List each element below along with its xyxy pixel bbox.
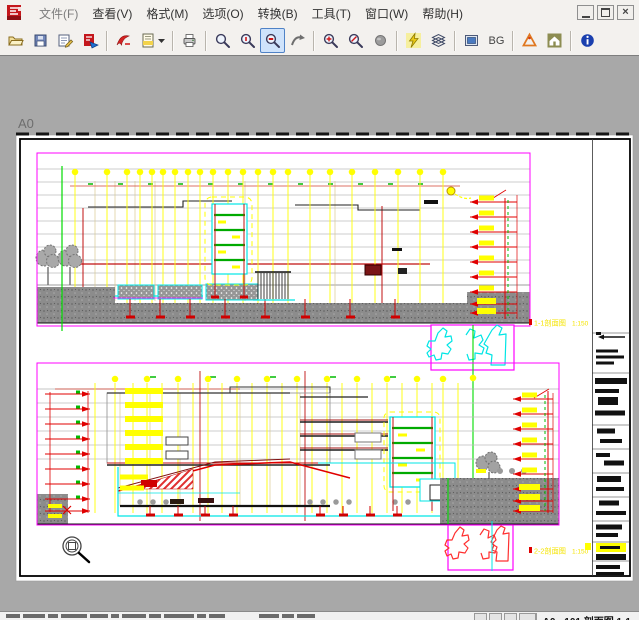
toolbar-separator (454, 31, 456, 51)
home-view-button[interactable] (542, 28, 567, 53)
toolbar-separator (570, 31, 572, 51)
save-as-button[interactable] (53, 28, 78, 53)
save-as-icon (57, 32, 74, 49)
save-icon (32, 32, 49, 49)
view-3d-icon (521, 32, 538, 49)
pdf-export-button[interactable] (111, 28, 136, 53)
zoom-1-1-button[interactable] (235, 28, 260, 53)
info-icon (579, 32, 596, 49)
open-button[interactable] (3, 28, 28, 53)
svg-text:1-1剖面图: 1-1剖面图 (534, 319, 566, 328)
zoom-1-1-icon (239, 32, 256, 49)
close-button[interactable]: × (617, 5, 634, 20)
menu-help[interactable]: 帮助(H) (415, 2, 470, 25)
save-button[interactable] (28, 28, 53, 53)
sheet-tab-buttons (474, 613, 537, 620)
bg-toggle-label: BG (489, 35, 505, 47)
tab-scroll-prev[interactable] (489, 613, 502, 620)
render-sphere-icon (372, 32, 389, 49)
menu-view[interactable]: 查看(V) (85, 2, 139, 25)
batch-convert-button[interactable] (136, 28, 169, 53)
menu-convert[interactable]: 转换(B) (251, 2, 305, 25)
minimize-button[interactable] (577, 5, 594, 20)
minimize-icon (582, 16, 590, 18)
bg-toggle-button[interactable]: BG (484, 28, 509, 53)
layout-label: A0 (18, 116, 34, 131)
tab-scroll-last[interactable] (519, 613, 537, 620)
background-image-icon (463, 32, 480, 49)
open-icon (7, 32, 24, 49)
restore-icon (601, 8, 610, 17)
render-button[interactable] (368, 28, 393, 53)
toolbar-separator (172, 31, 174, 51)
menu-window[interactable]: 窗口(W) (358, 2, 415, 25)
app-window: 文件(F) 查看(V) 格式(M) 选项(O) 转换(B) 工具(T) 窗口(W… (0, 0, 639, 620)
status-bar: A0 - 101 剖面图 1-1 (0, 611, 639, 620)
key-plan-lower (445, 521, 513, 571)
menu-format[interactable]: 格式(M) (139, 2, 195, 25)
menu-tools[interactable]: 工具(T) (305, 2, 358, 25)
status-text-fragment (6, 614, 315, 618)
tab-scroll-next[interactable] (504, 613, 517, 620)
restore-button[interactable] (597, 5, 614, 20)
zoom-in-icon (214, 32, 231, 49)
zoom-in-button[interactable] (210, 28, 235, 53)
drawing-canvas[interactable]: A0 (0, 55, 639, 611)
menu-file[interactable]: 文件(F) (32, 2, 85, 25)
menu-bar: 文件(F) 查看(V) 格式(M) 选项(O) 转换(B) 工具(T) 窗口(W… (0, 0, 639, 26)
window-controls: × (577, 5, 634, 20)
toolbar-separator (106, 31, 108, 51)
close-icon: × (622, 7, 628, 18)
print-button[interactable] (177, 28, 202, 53)
upper-section-label: 1-1剖面图 1:150 (529, 319, 589, 328)
batch-convert-icon (140, 32, 166, 49)
print-icon (181, 32, 198, 49)
zoom-window-button[interactable] (260, 28, 285, 53)
app-logo-icon (6, 4, 26, 22)
toolbar-separator (396, 31, 398, 51)
zoom-previous-icon (347, 32, 364, 49)
convert-icon (82, 32, 99, 49)
pan-button[interactable] (285, 28, 310, 53)
zoom-previous-button[interactable] (343, 28, 368, 53)
toolbar-separator (512, 31, 514, 51)
zoom-extents-button[interactable] (318, 28, 343, 53)
toolbar: BG (0, 26, 639, 56)
convert-button[interactable] (78, 28, 103, 53)
layers-icon (430, 32, 447, 49)
svg-text:2-2剖面图: 2-2剖面图 (534, 547, 566, 556)
zoom-extents-icon (322, 32, 339, 49)
markup-lightning-icon (405, 32, 422, 49)
tab-scroll-first[interactable] (474, 613, 487, 620)
home-icon (546, 32, 563, 49)
pan-icon (289, 32, 306, 49)
zoom-window-icon (264, 32, 281, 49)
background-image-button[interactable] (459, 28, 484, 53)
markup-button[interactable] (401, 28, 426, 53)
menu-options[interactable]: 选项(O) (195, 2, 250, 25)
active-sheet-tab[interactable]: A0 - 101 剖面图 1-1 (543, 613, 631, 620)
toolbar-separator (205, 31, 207, 51)
layers-button[interactable] (426, 28, 451, 53)
lower-section-label: 2-2剖面图 1:150 (529, 547, 589, 556)
view-3d-button[interactable] (517, 28, 542, 53)
cad-view: A0 (0, 56, 639, 612)
about-button[interactable] (575, 28, 600, 53)
pdf-export-icon (115, 32, 132, 49)
svg-text:1:150: 1:150 (572, 321, 589, 328)
toolbar-separator (313, 31, 315, 51)
